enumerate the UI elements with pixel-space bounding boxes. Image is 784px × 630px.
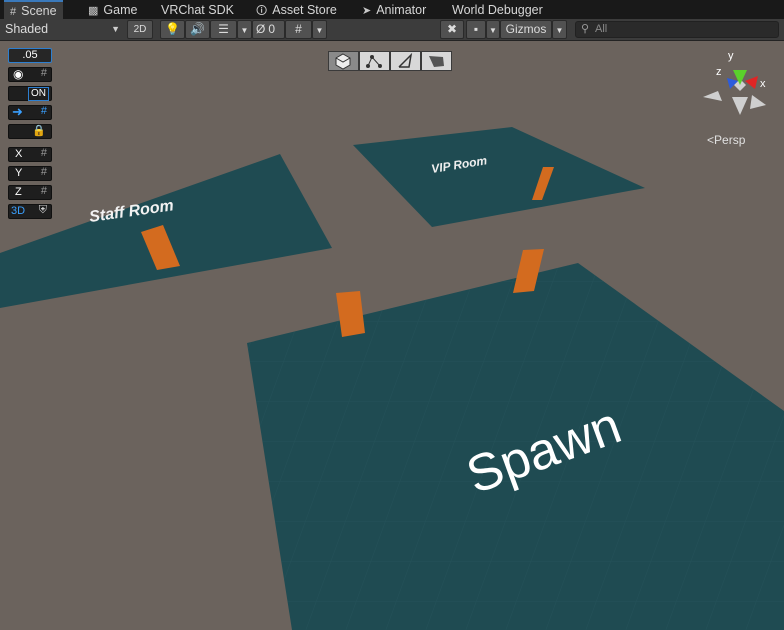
axis-y-toggle[interactable]: Y # (8, 166, 52, 181)
editor-tab-bar: # Scene ▩ Game VRChat SDK 🛈 Asset Store ➤ An… (0, 0, 784, 19)
tab-animator[interactable]: ➤ Animator (356, 0, 432, 19)
axis-x-label: X (15, 148, 23, 160)
gizmo-neg-y-cone (732, 97, 748, 115)
vip-room-floor[interactable] (353, 127, 645, 227)
camera-icon: ▪ (473, 22, 479, 36)
camera-settings-button[interactable]: ▪ (466, 20, 486, 39)
cube-tool-button[interactable] (328, 51, 359, 71)
snap-state: ON (28, 87, 49, 101)
projection-label: Persp (714, 133, 746, 147)
transform-tools (328, 51, 454, 71)
gizmo-y-label: y (728, 50, 734, 62)
vertex-icon (366, 55, 382, 68)
projection-toggle[interactable]: <Persp (707, 133, 745, 147)
grid-icon: # (295, 22, 302, 36)
scene-viewport[interactable]: Staff Room VIP Room Spawn .05 ◉ # ON ➜ # 🔒… (0, 41, 784, 630)
edge-tool-button[interactable] (390, 51, 421, 71)
chevron-down-icon: ▼ (555, 26, 564, 35)
grid-toggle-button[interactable]: # (285, 20, 312, 39)
grid-icon: # (40, 67, 47, 79)
lightbulb-icon: 💡 (165, 22, 180, 36)
tab-vrchat-sdk-label: VRChat SDK (161, 3, 234, 17)
chevron-down-icon: ▼ (111, 24, 120, 34)
grid-icon: # (40, 185, 47, 197)
gizmos-button[interactable]: Gizmos (500, 20, 552, 39)
visibility-toggle[interactable]: ◉ # (8, 67, 52, 82)
camera-dropdown[interactable]: ▼ (486, 20, 500, 39)
chevron-down-icon: ▼ (240, 26, 249, 35)
cube-icon (335, 53, 351, 70)
tab-animator-label: Animator (376, 3, 427, 17)
audio-toggle-button[interactable]: 🔊 (185, 20, 210, 39)
push-to-grid-button[interactable]: ➜ # (8, 104, 52, 120)
chevron-left-icon: < (707, 133, 715, 147)
lighting-toggle-button[interactable]: 💡 (160, 20, 185, 39)
gizmo-neg-z-cone (750, 95, 766, 109)
grid-lock-toggle[interactable]: 🔒 (8, 124, 52, 139)
shading-mode-label: Shaded (5, 22, 49, 36)
grid-size-field[interactable]: .05 (8, 48, 52, 63)
face-tool-button[interactable] (421, 51, 452, 71)
tab-vrchat-sdk[interactable]: VRChat SDK (155, 0, 240, 19)
effects-toggle-button[interactable]: ☰ (210, 20, 237, 39)
axis-y-label: Y (15, 167, 23, 179)
vertex-tool-button[interactable] (359, 51, 390, 71)
animator-icon: ➤ (362, 5, 372, 17)
tab-asset-store[interactable]: 🛈 Asset Store (250, 0, 343, 19)
lock-icon: 🔒 (32, 125, 46, 137)
gamepad-icon: ▩ (88, 5, 99, 17)
shield-icon: ⛨ (38, 204, 47, 216)
grid-icon: # (40, 147, 47, 159)
shading-mode-dropdown[interactable]: Shaded ▼ (0, 19, 124, 39)
gizmo-x-cone[interactable] (745, 76, 758, 89)
hidden-objects-toggle[interactable]: Ø0 (252, 20, 285, 39)
3d-mode-toggle[interactable]: 3D ⛨ (8, 204, 52, 219)
tools-button[interactable]: ✖ (440, 20, 464, 39)
search-placeholder: All (595, 23, 608, 35)
bag-icon: 🛈 (256, 5, 268, 17)
layers-icon: ☰ (218, 22, 229, 36)
axis-z-label: Z (15, 186, 22, 198)
tab-scene[interactable]: # Scene (4, 0, 63, 19)
tab-world-debugger-label: World Debugger (452, 3, 543, 17)
gizmo-neg-x-cone (703, 91, 722, 101)
eye-icon: ◉ (13, 67, 24, 81)
wrench-icon: ✖ (446, 22, 458, 36)
grid-dropdown[interactable]: ▼ (312, 20, 327, 39)
tab-scene-label: Scene (21, 4, 57, 18)
axis-z-toggle[interactable]: Z # (8, 185, 52, 200)
eye-slash-icon: Ø (256, 22, 266, 36)
search-input[interactable]: ⚲ All (575, 21, 779, 38)
grid-size-value: .05 (22, 49, 38, 61)
effects-dropdown[interactable]: ▼ (237, 20, 252, 39)
tab-world-debugger[interactable]: World Debugger (446, 0, 549, 19)
snap-toggle[interactable]: ON (8, 86, 52, 101)
chevron-down-icon: ▼ (315, 26, 324, 35)
orientation-gizmo[interactable]: y x z (700, 45, 780, 125)
hidden-count: 0 (268, 22, 276, 36)
tab-asset-store-label: Asset Store (272, 3, 337, 17)
tab-game[interactable]: ▩ Game (82, 0, 143, 19)
3d-mode-label: 3D (11, 205, 26, 217)
grid-icon: # (40, 105, 47, 117)
tab-game-label: Game (103, 3, 138, 17)
edge-icon (398, 52, 413, 68)
scene-canvas: Staff Room VIP Room Spawn (0, 127, 784, 630)
grid-icon: # (40, 166, 47, 178)
arrow-right-icon: ➜ (12, 104, 23, 119)
gizmo-z-label: z (716, 66, 722, 78)
2d-toggle-label: 2D (133, 24, 147, 35)
2d-toggle-button[interactable]: 2D (127, 20, 153, 39)
chevron-down-icon: ▼ (489, 26, 497, 35)
scene-toolbar: Shaded ▼ 2D 💡 🔊 ☰ ▼ Ø0 # ▼ ✖ ▪ ▼ Gizmos ▼… (0, 19, 784, 41)
speaker-icon: 🔊 (190, 22, 205, 36)
search-icon: ⚲ (581, 23, 590, 35)
gizmos-label: Gizmos (505, 22, 547, 36)
axis-x-toggle[interactable]: X # (8, 147, 52, 162)
face-icon (429, 56, 444, 67)
gizmo-x-label: x (760, 78, 766, 90)
gizmos-dropdown[interactable]: ▼ (552, 20, 567, 39)
